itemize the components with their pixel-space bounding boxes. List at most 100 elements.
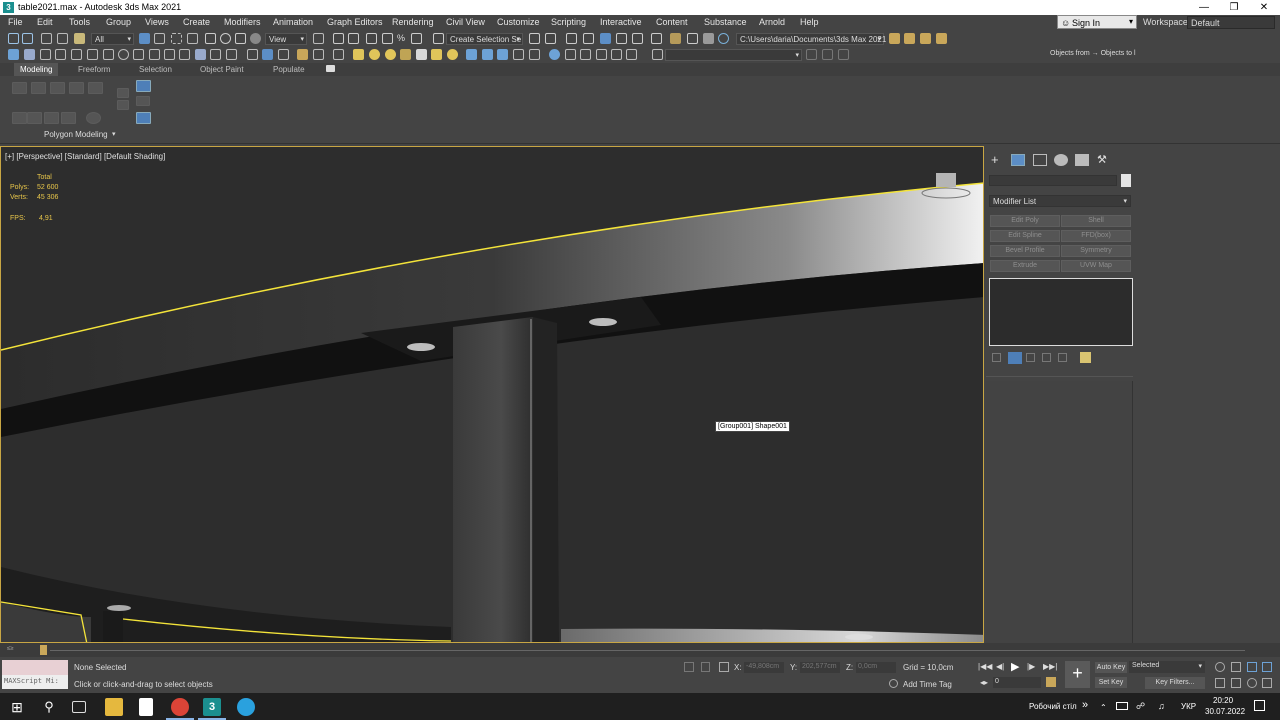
selection-lock-icon[interactable]: [701, 662, 710, 672]
clock-time[interactable]: 20:20: [1213, 696, 1233, 705]
perspective-viewport[interactable]: [+] [Perspective] [Standard] [Default Sh…: [0, 146, 984, 643]
viewport-icon[interactable]: [806, 49, 817, 60]
menu-views[interactable]: Views: [145, 17, 169, 27]
motion-tab-icon[interactable]: [1054, 154, 1068, 166]
display-tab-icon[interactable]: [1075, 154, 1089, 166]
keyboard-shortcut-icon[interactable]: [348, 33, 359, 44]
x-coordinate-field[interactable]: -49,808cm: [744, 662, 784, 673]
minimize-icon[interactable]: —: [1189, 0, 1219, 15]
object-name-field[interactable]: [989, 175, 1117, 186]
brush-icon[interactable]: [297, 49, 308, 60]
show-hidden-icons-icon[interactable]: ⌃: [1100, 703, 1107, 712]
percent-snap-icon[interactable]: %: [397, 33, 408, 44]
show-end-result-icon[interactable]: [1008, 352, 1022, 364]
maxscript-listener-top[interactable]: [2, 660, 68, 675]
grid-box-icon[interactable]: [133, 49, 144, 60]
previous-frame-icon[interactable]: ◀|: [996, 662, 1004, 671]
particle-icon[interactable]: [626, 49, 637, 60]
set-keys-icon[interactable]: +: [1065, 661, 1090, 688]
project-settings-icon[interactable]: [936, 33, 947, 44]
next-frame-icon[interactable]: |▶: [1027, 662, 1035, 671]
cone-icon[interactable]: [416, 49, 427, 60]
menu-rendering[interactable]: Rendering: [392, 17, 434, 27]
parameters-rollout[interactable]: [986, 381, 1133, 643]
make-unique-icon[interactable]: [1026, 353, 1035, 362]
display-icon[interactable]: [262, 49, 273, 60]
undo-icon[interactable]: [8, 33, 19, 44]
render-setup-icon[interactable]: [670, 33, 681, 44]
key-mode-dropdown[interactable]: Selected ▾: [1129, 661, 1205, 673]
isolate-selection-icon[interactable]: [684, 662, 694, 672]
align-icon[interactable]: [545, 33, 556, 44]
add-time-tag[interactable]: Add Time Tag: [903, 680, 952, 689]
pan-icon[interactable]: [1231, 678, 1241, 688]
copy-icon[interactable]: [179, 49, 190, 60]
sign-in-button[interactable]: ☺ Sign In ▾: [1057, 15, 1137, 29]
windows-start-icon[interactable]: ⊞: [8, 698, 26, 716]
menu-graph-editors[interactable]: Graph Editors: [327, 17, 383, 27]
schematic-view-icon[interactable]: [632, 33, 643, 44]
modifier-list-dropdown[interactable]: Modifier List ▾: [989, 195, 1131, 207]
chevron-down-icon[interactable]: ▾: [112, 130, 116, 138]
mirror-icon[interactable]: [529, 33, 540, 44]
snaps-toggle-icon[interactable]: [366, 33, 377, 44]
render-in-cloud-icon[interactable]: [718, 33, 729, 44]
border-icon[interactable]: [55, 49, 66, 60]
maxscript-input[interactable]: MAXScript Mi:: [2, 675, 68, 689]
bevel-profile-button[interactable]: Bevel Profile: [990, 245, 1060, 257]
tab-populate[interactable]: Populate: [273, 65, 305, 74]
object-color-swatch[interactable]: [1121, 174, 1131, 187]
3ds-max-icon[interactable]: 3: [203, 698, 221, 716]
menu-help[interactable]: Help: [800, 17, 819, 27]
search-icon[interactable]: ⚲: [40, 698, 58, 716]
restore-icon[interactable]: ❐: [1219, 0, 1249, 15]
maximize-viewport-icon[interactable]: [1262, 678, 1272, 688]
workspace-select[interactable]: Default: [1187, 16, 1275, 29]
arrows-icon[interactable]: [333, 49, 344, 60]
ellipse-shape-icon[interactable]: [369, 49, 380, 60]
plane-icon[interactable]: [513, 49, 524, 60]
teapot-icon[interactable]: [466, 49, 477, 60]
cap-icon[interactable]: [27, 112, 42, 124]
cylinder-icon[interactable]: [497, 49, 508, 60]
unlink-icon[interactable]: [57, 33, 68, 44]
time-slider[interactable]: [40, 645, 47, 655]
modifier-stack[interactable]: [989, 278, 1133, 346]
scale-icon[interactable]: [235, 33, 246, 44]
y-coordinate-field[interactable]: 202,577cm: [800, 662, 840, 673]
vertex-mode-icon[interactable]: [12, 82, 27, 94]
time-tag-icon[interactable]: [889, 679, 898, 688]
isolate-icon[interactable]: [195, 49, 206, 60]
menu-modifiers[interactable]: Modifiers: [224, 17, 261, 27]
select-manipulate-icon[interactable]: [333, 33, 344, 44]
snap-grid-icon[interactable]: [149, 49, 160, 60]
create-selection-set-dropdown[interactable]: Create Selection Se ▾: [446, 33, 523, 45]
uvw-map-button[interactable]: UVW Map: [1061, 260, 1131, 272]
misc-icon[interactable]: [838, 49, 849, 60]
edit-poly-button[interactable]: Edit Poly: [990, 215, 1060, 227]
grid-icon[interactable]: [103, 49, 114, 60]
folder-icon[interactable]: [889, 33, 900, 44]
eye-icon[interactable]: [247, 49, 258, 60]
box-icon[interactable]: [482, 49, 493, 60]
menu-arnold[interactable]: Arnold: [759, 17, 785, 27]
menu-file[interactable]: File: [8, 17, 23, 27]
zoom-extents-icon[interactable]: [1247, 662, 1257, 672]
rendered-frame-window-icon[interactable]: [687, 33, 698, 44]
named-selection-icon[interactable]: [652, 49, 663, 60]
menu-substance[interactable]: Substance: [704, 17, 747, 27]
menu-content[interactable]: Content: [656, 17, 688, 27]
pivot-center-icon[interactable]: [313, 33, 324, 44]
window-crossing-icon[interactable]: [187, 33, 198, 44]
tab-object-paint[interactable]: Object Paint: [200, 65, 244, 74]
move-icon[interactable]: [205, 33, 216, 44]
modify-tab-icon[interactable]: [1011, 154, 1025, 166]
create-tab-icon[interactable]: +: [991, 153, 1005, 166]
shell-button[interactable]: Shell: [1061, 215, 1131, 227]
polygon-mode-icon[interactable]: [69, 82, 84, 94]
menu-animation[interactable]: Animation: [273, 17, 313, 27]
bind-spacewarp-icon[interactable]: [74, 33, 85, 44]
menu-tools[interactable]: Tools: [69, 17, 90, 27]
light-bulb-icon[interactable]: [226, 49, 237, 60]
clock-date[interactable]: 30.07.2022: [1205, 707, 1245, 716]
